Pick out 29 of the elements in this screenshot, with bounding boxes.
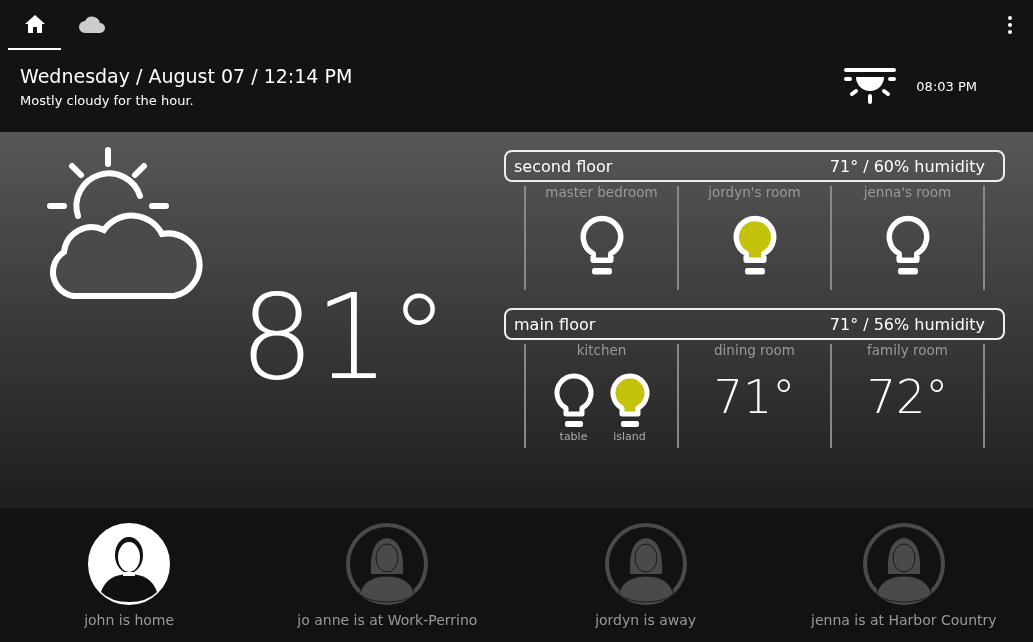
room-name: kitchen (576, 342, 627, 358)
room-name: family room (867, 342, 948, 358)
person-status: jordyn is away (595, 612, 697, 628)
room-temperature: 72° (866, 370, 949, 424)
light-bulb-icon[interactable] (553, 372, 594, 430)
light-label: island (613, 430, 646, 443)
room-name: master bedroom (545, 184, 658, 200)
sunset-time: 08:03 PM (916, 78, 977, 94)
floor-name: second floor (514, 156, 613, 176)
date-time: Wednesday / August 07 / 12:14 PM (20, 64, 353, 87)
room-name: jenna's room (863, 184, 952, 200)
more-vertical-icon (1008, 16, 1012, 34)
cloud-icon (77, 15, 106, 33)
person-status: john is home (84, 612, 175, 628)
light-label: table (559, 430, 588, 443)
floor-climate: 71° / 60% humidity (829, 156, 985, 176)
person-status: jenna is at Harbor Country (811, 612, 997, 628)
floor-name: main floor (514, 314, 596, 334)
sunset-icon (844, 68, 897, 104)
person-status: jo anne is at Work-Perrino (297, 612, 478, 628)
forecast-text: Mostly cloudy for the hour. (20, 92, 194, 108)
room-temperature: 71° (713, 370, 796, 424)
room-name: dining room (714, 342, 795, 358)
room-name: jordyn's room (708, 184, 801, 200)
partly-cloudy-icon (44, 146, 204, 301)
light-bulb-icon[interactable] (609, 372, 650, 430)
home-icon (24, 15, 45, 33)
floor-climate: 71° / 56% humidity (829, 314, 985, 334)
outdoor-temperature: 81° (244, 267, 444, 408)
